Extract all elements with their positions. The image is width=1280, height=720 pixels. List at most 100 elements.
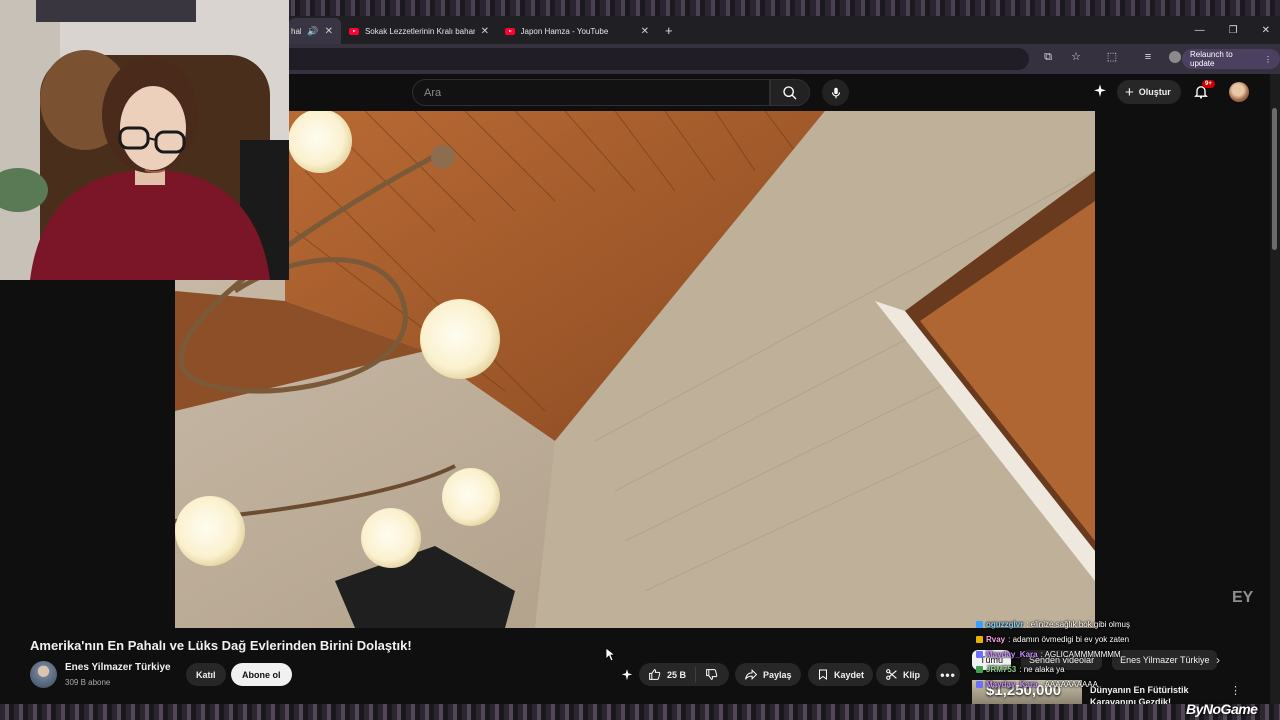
share-icon xyxy=(745,668,758,681)
chat-username: Mayday_Kara xyxy=(986,650,1038,659)
youtube-icon xyxy=(505,27,515,35)
search-box xyxy=(412,79,770,106)
toolbar-icons: ⧉ ☆ ⬚ ≡ xyxy=(1041,50,1181,64)
badge-icon xyxy=(976,621,983,628)
like-dislike-group: 25 B xyxy=(639,663,729,686)
channel-avatar[interactable] xyxy=(30,661,57,688)
relaunch-button[interactable]: Relaunch to update ⋮ xyxy=(1182,49,1280,69)
subscribe-button[interactable]: Abone ol xyxy=(231,663,292,686)
close-window-icon[interactable]: ✕ xyxy=(1262,25,1270,36)
profile-icon[interactable] xyxy=(1169,51,1181,63)
thumbs-down-icon xyxy=(706,669,718,680)
channel-watermark[interactable]: EY xyxy=(1232,589,1253,607)
chat-text: : AAAAAAAAAA xyxy=(1040,680,1098,689)
mic-icon xyxy=(831,87,840,98)
user-avatar[interactable] xyxy=(1229,82,1249,102)
more-vert-icon: ⋮ xyxy=(1264,54,1272,64)
media-icon[interactable]: ≡ xyxy=(1141,50,1155,64)
dislike-button[interactable] xyxy=(696,668,727,681)
clip-button[interactable]: Klip xyxy=(876,663,929,686)
webcam-overlay xyxy=(0,0,289,280)
share-button[interactable]: Paylaş xyxy=(735,663,801,686)
chevron-right-icon[interactable]: › xyxy=(1216,653,1220,667)
chat-message: JRM753 : ne alaka ya xyxy=(976,662,1130,677)
screen: { "browser": { "tabs": [ {"title": "hali… xyxy=(0,0,1280,720)
install-icon[interactable]: ⧉ xyxy=(1041,50,1055,64)
address-bar[interactable] xyxy=(289,48,1029,70)
save-label: Kaydet xyxy=(834,669,865,680)
badge-icon xyxy=(976,681,983,688)
stream-frame-bottom xyxy=(0,704,1280,720)
ask-button[interactable] xyxy=(615,663,639,686)
chat-text: : ne alaka ya xyxy=(1019,665,1065,674)
chat-message: Mayday_Kara : AAAAAAAAAA xyxy=(976,677,1130,692)
thumbs-up-icon xyxy=(649,669,661,680)
ask-ai-button[interactable] xyxy=(1092,83,1108,104)
chat-text: : elinize sağlık bok gibi olmuş xyxy=(1026,620,1130,629)
relaunch-label: Relaunch to update xyxy=(1190,50,1233,68)
more-actions-button[interactable]: ••• xyxy=(936,663,960,686)
plus-icon: + xyxy=(1125,83,1134,101)
create-label: Oluştur xyxy=(1138,87,1171,97)
channel-name[interactable]: Enes Yilmazer Türkiye xyxy=(65,662,171,673)
close-icon[interactable]: ✕ xyxy=(481,26,489,37)
tab-sokak[interactable]: Sokak Lezzetlerinin Kralı bahar ✕ xyxy=(341,18,497,44)
close-icon[interactable]: ✕ xyxy=(641,26,649,37)
star-icon[interactable]: ☆ xyxy=(1069,50,1083,64)
create-button[interactable]: + Oluştur xyxy=(1117,80,1181,104)
chat-text: : AGLICAMMMMMMM xyxy=(1040,650,1121,659)
chat-message: Mayday_Kara : AGLICAMMMMMMM xyxy=(976,647,1130,662)
search-input[interactable] xyxy=(413,80,769,105)
sidebar-area xyxy=(1095,111,1270,628)
video-frame xyxy=(175,111,1095,628)
search-button[interactable] xyxy=(770,79,810,106)
clip-label: Klip xyxy=(903,669,920,680)
tab-japon-hamza[interactable]: Japon Hamza - YouTube ✕ xyxy=(497,18,657,44)
video-player[interactable] xyxy=(175,111,1095,628)
like-count: 25 B xyxy=(667,669,687,680)
like-button[interactable]: 25 B xyxy=(639,667,697,682)
scissors-icon xyxy=(886,669,897,680)
chat-username: Mayday_Kara xyxy=(986,680,1038,689)
sparkle-icon xyxy=(1094,84,1106,97)
youtube-header: + Oluştur 9+ xyxy=(289,74,1280,111)
minimize-icon[interactable]: — xyxy=(1195,25,1205,36)
chat-username: JRM753 xyxy=(986,665,1017,674)
scrollbar-thumb[interactable] xyxy=(1272,108,1277,250)
video-title: Amerika'nın En Pahalı ve Lüks Dağ Evleri… xyxy=(30,638,412,653)
sparkle-icon xyxy=(621,668,633,680)
tab-title: Sokak Lezzetlerinin Kralı bahar xyxy=(364,26,475,36)
sponsor-logo: ByNoGame xyxy=(1186,701,1258,717)
speaker-icon[interactable]: 🔊 xyxy=(307,26,318,37)
youtube-icon xyxy=(349,27,359,35)
bookmark-icon xyxy=(819,669,827,680)
notification-badge: 9+ xyxy=(1202,80,1215,88)
search-icon xyxy=(783,85,797,99)
maximize-icon[interactable]: ❐ xyxy=(1229,25,1238,36)
more-vert-icon[interactable]: ⋮ xyxy=(1230,684,1241,697)
badge-icon xyxy=(976,651,983,658)
chat-username: oguzzglvr xyxy=(986,620,1024,629)
chat-text: : adamın övmedigi bi ev yok zaten xyxy=(1008,635,1130,644)
badge-icon xyxy=(976,636,983,643)
join-button[interactable]: Katıl xyxy=(186,663,226,686)
chat-message: Rvay : adamın övmedigi bi ev yok zaten xyxy=(976,632,1130,647)
stream-chat: oguzzglvr : elinize sağlık bok gibi olmu… xyxy=(976,617,1130,692)
tab-title: hali xyxy=(291,26,301,36)
badge-icon xyxy=(976,666,983,673)
share-label: Paylaş xyxy=(763,669,792,680)
new-tab-button[interactable]: + xyxy=(657,23,681,38)
window-controls: — ❐ ✕ xyxy=(1195,16,1270,44)
tab-title: Japon Hamza - YouTube xyxy=(520,26,609,36)
chat-message: oguzzglvr : elinize sağlık bok gibi olmu… xyxy=(976,617,1130,632)
subscriber-count: 309 B abone xyxy=(65,678,111,687)
tab-active[interactable]: hali 🔊 ✕ xyxy=(289,18,341,44)
close-icon[interactable]: ✕ xyxy=(325,26,333,37)
save-button[interactable]: Kaydet xyxy=(808,663,874,686)
chat-username: Rvay xyxy=(986,635,1006,644)
more-horiz-icon: ••• xyxy=(940,667,956,682)
voice-search-button[interactable] xyxy=(822,79,849,106)
extensions-icon[interactable]: ⬚ xyxy=(1105,50,1119,64)
browser-tabbar: hali 🔊 ✕ Sokak Lezzetlerinin Kralı bahar… xyxy=(289,16,1280,44)
mouse-cursor-icon xyxy=(606,648,616,662)
